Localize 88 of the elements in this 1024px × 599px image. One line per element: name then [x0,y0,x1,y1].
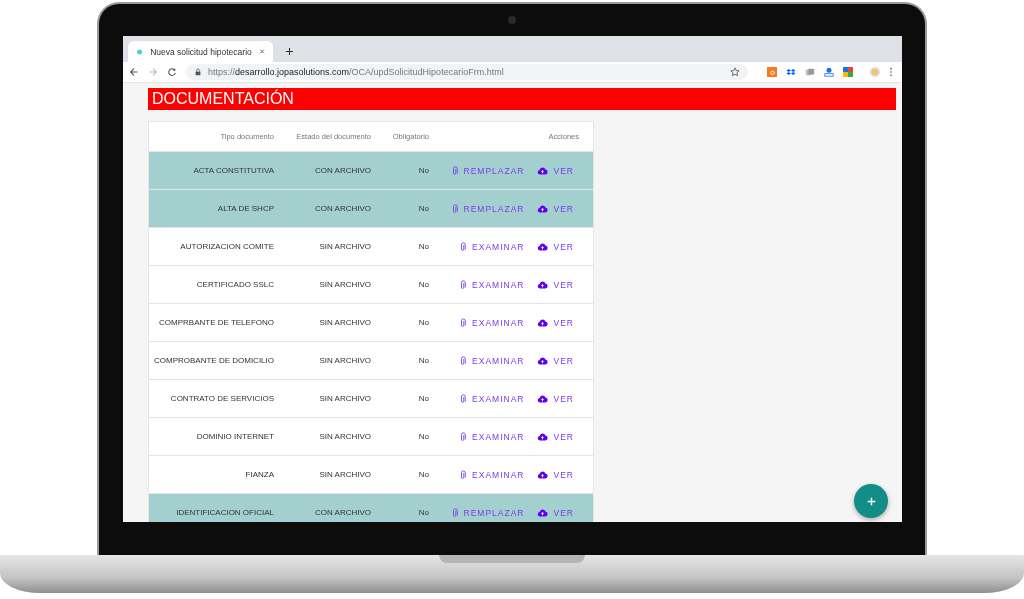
cloud-upload-icon [536,508,548,517]
table-cell-text: SIN ARCHIVO [318,318,371,327]
menu-icon[interactable] [889,67,893,77]
cloud-upload-icon [536,394,548,403]
view-button[interactable]: VER [536,507,574,518]
upload-button[interactable]: EXAMINAR [460,279,525,290]
upload-button[interactable]: REMPLAZAR [451,507,525,518]
cloud-upload-icon [536,166,548,175]
address-bar[interactable]: https://desarrollo.jopasolutions.com/OCA/updSolicitudHipotecarioFrm.html [186,64,748,80]
table-cell-text: No [417,394,429,403]
view-button[interactable]: VER [536,279,574,290]
favicon-icon [136,47,144,56]
table-cell-text: CERTIFICADO SSLC [195,280,274,289]
table-cell-text: No [417,508,429,517]
table-cell-text: SIN ARCHIVO [318,280,371,289]
view-button[interactable]: VER [536,165,574,176]
table-cell-text: CON ARCHIVO [314,204,371,213]
cloud-upload-icon [536,432,548,441]
new-tab-icon[interactable] [285,47,294,56]
extension-icon[interactable] [824,67,834,77]
upload-button[interactable]: EXAMINAR [460,241,525,252]
table-cell-text: SIN ARCHIVO [318,356,371,365]
view-button[interactable]: VER [536,203,574,214]
browser-tab[interactable]: Nueva solicitud hipotecario [128,41,273,62]
view-button[interactable]: VER [536,317,574,328]
table-cell-text: CON ARCHIVO [314,508,371,517]
table-cell-text: No [417,280,429,289]
cloud-upload-icon [536,356,548,365]
table-cell-text: No [417,204,429,213]
table-cell-text: ACTA CONSTITUTIVA [192,166,274,175]
cloud-upload-icon [536,204,548,213]
back-icon[interactable] [129,67,139,77]
tab-title: Nueva solicitud hipotecario [150,46,252,57]
cloud-upload-icon [536,470,548,479]
table-cell-text: COMPRBANTE DE TELEFONO [158,318,274,327]
upload-button[interactable]: EXAMINAR [460,317,525,328]
paperclip-icon [460,469,467,480]
table-cell-text: No [417,242,429,251]
paperclip-icon [460,317,467,328]
table-cell-text: No [417,470,429,479]
upload-button[interactable]: REMPLAZAR [451,165,525,176]
add-icon [865,495,877,507]
view-button[interactable]: VER [536,431,574,442]
cloud-upload-icon [536,318,548,327]
table-cell-text: SIN ARCHIVO [318,432,371,441]
section-title: DOCUMENTACIÓN [148,88,896,110]
upload-button[interactable]: EXAMINAR [460,469,525,480]
extension-icon[interactable] [843,67,853,77]
table-cell-text: No [417,356,429,365]
lock-icon [194,68,202,76]
paperclip-icon [451,165,458,176]
paperclip-icon [451,507,458,518]
star-icon[interactable] [730,67,740,77]
view-button[interactable]: VER [536,355,574,366]
extension-icon[interactable] [805,67,815,77]
paperclip-icon [451,203,458,214]
table-cell-text: No [417,166,429,175]
upload-button[interactable]: EXAMINAR [460,393,525,404]
upload-button[interactable]: EXAMINAR [460,431,525,442]
table-cell-text: ALTA DE SHCP [216,204,274,213]
camera-icon [508,16,516,24]
paperclip-icon [460,355,467,366]
table-cell-text: CONTRATO DE SERVICIOS [169,394,274,403]
table-cell-text: FIANZA [244,470,274,479]
add-button[interactable] [854,484,888,518]
paperclip-icon [460,393,467,404]
table-cell-text: SIN ARCHIVO [318,242,371,251]
view-button[interactable]: VER [536,469,574,480]
table-cell-text: AUTORIZACION COMITE [179,242,274,251]
cloud-upload-icon [536,242,548,251]
upload-button[interactable]: EXAMINAR [460,355,525,366]
table-cell-text: No [417,318,429,327]
upload-button[interactable]: REMPLAZAR [451,203,525,214]
table-cell-text: IDENTIFICACION OFICIAL [175,508,274,517]
paperclip-icon [460,241,467,252]
reload-icon[interactable] [167,67,177,77]
table-cell-text: SIN ARCHIVO [318,394,371,403]
table-cell-text: No [417,432,429,441]
table-cell-text: DOMINIO INTERNET [195,432,274,441]
cloud-upload-icon [536,280,548,289]
view-button[interactable]: VER [536,241,574,252]
close-icon[interactable] [258,48,265,55]
view-button[interactable]: VER [536,393,574,404]
table-cell-text: CON ARCHIVO [314,166,371,175]
paperclip-icon [460,279,467,290]
table-cell-text: COMPROBANTE DE DOMICILIO [153,356,274,365]
paperclip-icon [460,431,467,442]
table-cell-text: SIN ARCHIVO [318,470,371,479]
